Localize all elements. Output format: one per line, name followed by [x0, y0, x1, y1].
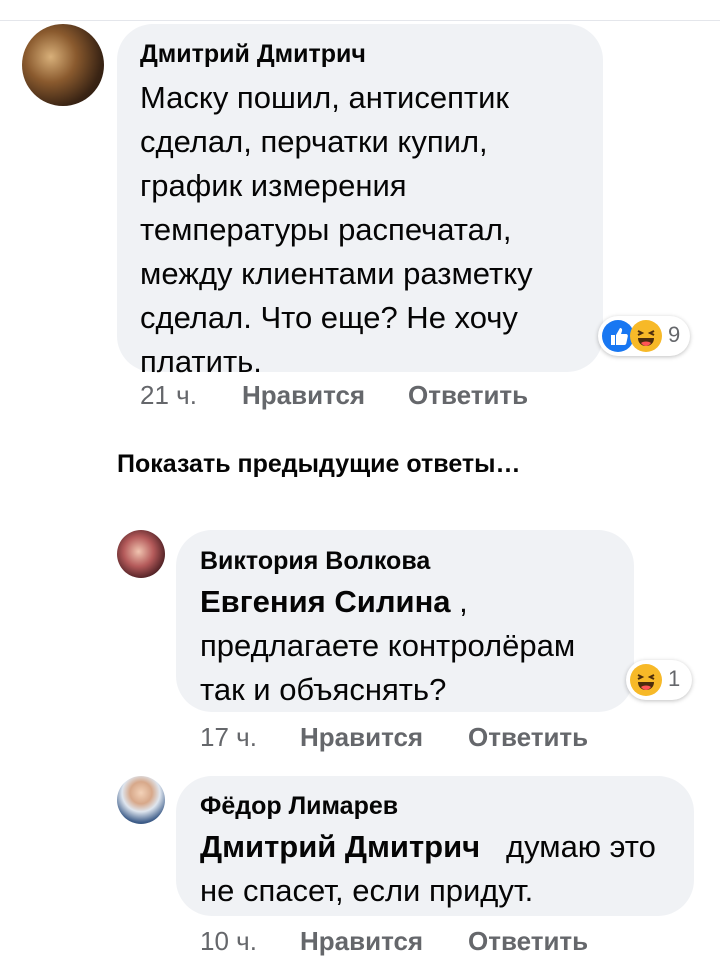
- mention-link[interactable]: Евгения Силина: [200, 584, 451, 619]
- like-button[interactable]: Нравится: [242, 380, 365, 411]
- reaction-count: 9: [668, 322, 681, 347]
- haha-icon: [630, 320, 662, 352]
- reaction-count: 1: [668, 666, 681, 691]
- top-divider: [0, 20, 720, 21]
- comment-text-line: предлагаете контролёрам: [200, 628, 576, 663]
- comment-time[interactable]: 17 ч.: [200, 722, 257, 753]
- like-button[interactable]: Нравится: [300, 926, 423, 957]
- comment-author[interactable]: Фёдор Лимарев: [200, 792, 398, 821]
- comment-author[interactable]: Виктория Волкова: [200, 547, 430, 576]
- comment-text-line: сделал, перчатки купил,: [140, 124, 488, 159]
- haha-icon: [630, 664, 662, 696]
- comment-text-line: график измерения: [140, 168, 407, 203]
- comment-text: Дмитрий Дмитрич думаю это не спасет, есл…: [200, 825, 690, 913]
- reactions-summary[interactable]: 1: [626, 660, 692, 700]
- mention-link[interactable]: Дмитрий Дмитрич: [200, 829, 480, 864]
- comment-text-line: Евгения Силина ,: [200, 580, 630, 624]
- comment-author[interactable]: Дмитрий Дмитрич: [140, 40, 366, 69]
- comment-text-line: температуры распечатал,: [140, 212, 512, 247]
- reply-button[interactable]: Ответить: [468, 926, 588, 957]
- comment-time[interactable]: 10 ч.: [200, 926, 257, 957]
- comment-text-line: Маску пошил, антисептик: [140, 80, 509, 115]
- comment-text: Маску пошил, антисептик сделал, перчатки…: [140, 76, 590, 384]
- mention-suffix: ,: [450, 584, 468, 619]
- comment-text-line: так и объяснять?: [200, 672, 447, 707]
- comment-text-line: платить.: [140, 344, 262, 379]
- reply-button[interactable]: Ответить: [408, 380, 528, 411]
- show-previous-replies-link[interactable]: Показать предыдущие ответы…: [117, 450, 521, 479]
- mention-suffix: думаю это: [480, 829, 656, 864]
- comment-text-line: между клиентами разметку: [140, 256, 533, 291]
- like-button[interactable]: Нравится: [300, 722, 423, 753]
- comment-time[interactable]: 21 ч.: [140, 380, 197, 411]
- comment-text-line: Дмитрий Дмитрич думаю это: [200, 825, 690, 869]
- avatar[interactable]: [117, 530, 165, 578]
- comment-text-line: не спасет, если придут.: [200, 873, 534, 908]
- reactions-summary[interactable]: 9: [598, 316, 690, 356]
- reply-button[interactable]: Ответить: [468, 722, 588, 753]
- avatar[interactable]: [117, 776, 165, 824]
- avatar[interactable]: [22, 24, 104, 106]
- comment-text-line: сделал. Что еще? Не хочу: [140, 300, 518, 335]
- comment-text: Евгения Силина , предлагаете контролёрам…: [200, 580, 630, 712]
